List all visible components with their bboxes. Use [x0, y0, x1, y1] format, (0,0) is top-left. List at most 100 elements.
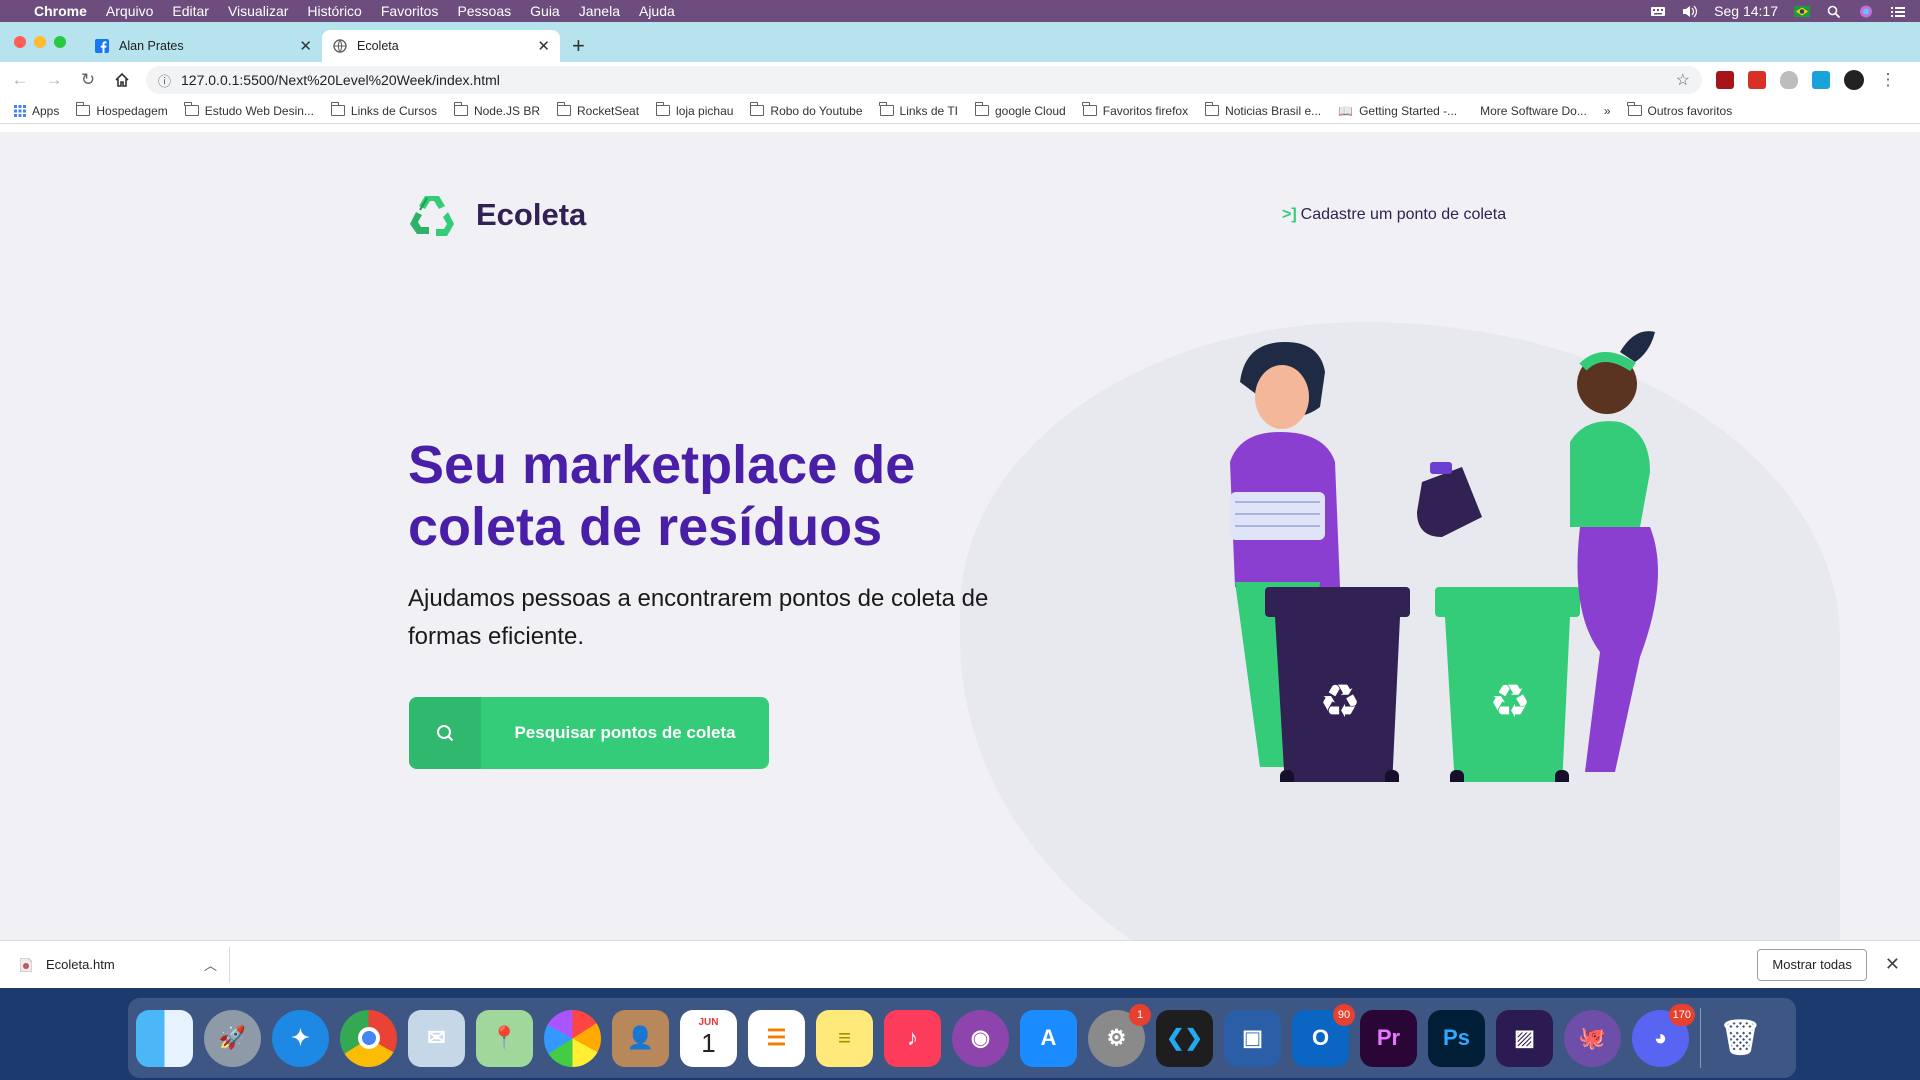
finder-icon[interactable] — [136, 1009, 193, 1067]
premiere-label: Pr — [1376, 1025, 1401, 1050]
app-store-icon[interactable]: A — [1020, 1009, 1077, 1067]
forward-arrow-icon[interactable]: → — [44, 70, 64, 90]
bookmark-folder[interactable]: google Cloud — [974, 102, 1066, 118]
menubar-clock[interactable]: Seg 14:17 — [1714, 3, 1778, 19]
bookmark-star-icon[interactable]: ☆ — [1676, 70, 1690, 90]
folder-icon — [1627, 102, 1642, 116]
maps-icon[interactable]: 📍 — [476, 1009, 533, 1067]
bookmark-folder[interactable]: Node.JS BR — [453, 102, 540, 118]
music-note-icon[interactable]: ♪ — [884, 1009, 941, 1067]
site-info-icon[interactable]: ⓘ — [158, 71, 171, 90]
notes-icon[interactable]: ≡ — [816, 1009, 873, 1067]
bookmark-label: google Cloud — [995, 103, 1066, 118]
window-controls — [14, 36, 66, 48]
bookmark-label: Outros favoritos — [1647, 103, 1733, 118]
system-preferences-gear-icon[interactable]: ⚙ 1 — [1088, 1003, 1151, 1067]
bookmark-other-folder[interactable]: Outros favoritos — [1627, 102, 1733, 118]
calendar-icon[interactable]: JUN 1 — [680, 1009, 737, 1067]
tab-alan-prates[interactable]: Alan Prates ✕ — [84, 30, 322, 62]
close-window-button[interactable] — [14, 36, 26, 48]
address-bar[interactable]: ⓘ 127.0.0.1:5500/Next%20Level%20Week/ind… — [146, 66, 1702, 94]
bookmark-apps[interactable]: Apps — [14, 104, 59, 118]
premiere-pro-icon[interactable]: Pr — [1360, 1009, 1417, 1067]
menu-historico[interactable]: Histórico — [307, 3, 361, 19]
bookmark-folder[interactable]: Favoritos firefox — [1082, 102, 1188, 118]
ublock-extension-icon[interactable] — [1716, 71, 1734, 89]
tab-ecoleta[interactable]: Ecoleta ✕ — [322, 30, 560, 62]
bookmarks-overflow-button[interactable]: » — [1604, 104, 1611, 118]
bookmark-link[interactable]: 📖 Getting Started -... — [1338, 104, 1457, 118]
new-tab-button[interactable]: + — [572, 30, 585, 62]
launchpad-rocket-icon[interactable]: 🚀 — [204, 1009, 261, 1067]
bookmark-folder[interactable]: Noticias Brasil e... — [1204, 102, 1321, 118]
menu-arquivo[interactable]: Arquivo — [106, 3, 153, 19]
outlook-icon[interactable]: O 90 — [1292, 1003, 1355, 1067]
bookmark-folder[interactable]: Hospedagem — [75, 102, 168, 118]
ecoleta-logo[interactable]: Ecoleta — [408, 192, 586, 238]
bookmark-label: Hospedagem — [96, 103, 168, 118]
siri-icon[interactable] — [1858, 5, 1874, 18]
home-icon[interactable] — [112, 70, 132, 90]
menu-app-name[interactable]: Chrome — [34, 3, 87, 19]
mail-eagle-icon[interactable]: ✉ — [408, 1009, 465, 1067]
maximize-window-button[interactable] — [54, 36, 66, 48]
bookmark-folder[interactable]: Links de Cursos — [330, 102, 437, 118]
github-desktop-icon[interactable]: 🐙 — [1564, 1009, 1621, 1067]
safari-compass-icon[interactable]: ✦ — [272, 1009, 329, 1067]
bookmark-folder[interactable]: Links de TI — [879, 102, 958, 118]
reminders-list-icon[interactable]: ☰ — [748, 1009, 805, 1067]
woman-shirt — [1570, 421, 1650, 527]
chrome-menu-icon[interactable]: ⋮ — [1878, 70, 1898, 90]
bookmark-folder[interactable]: Estudo Web Desin... — [184, 102, 314, 118]
motion-clapper-icon[interactable]: ▨ — [1496, 1009, 1553, 1067]
folder-icon — [655, 102, 671, 116]
volume-icon[interactable] — [1682, 5, 1698, 18]
wheel — [1450, 770, 1464, 782]
close-downloads-bar-icon[interactable]: ✕ — [1885, 954, 1900, 975]
reload-icon[interactable]: ↻ — [78, 70, 98, 90]
download-item[interactable]: Ecoleta.htm ︿ — [20, 946, 230, 983]
bookmark-folder[interactable]: loja pichau — [655, 102, 733, 118]
photos-flower-icon[interactable] — [544, 1009, 601, 1067]
menu-pessoas[interactable]: Pessoas — [457, 3, 511, 19]
close-tab-icon[interactable]: ✕ — [299, 37, 312, 55]
back-arrow-icon[interactable]: ← — [10, 70, 30, 90]
minimize-window-button[interactable] — [34, 36, 46, 48]
vscode-icon[interactable]: ❮❯ — [1156, 1009, 1213, 1067]
close-tab-icon[interactable]: ✕ — [537, 37, 550, 55]
folder-icon — [1082, 102, 1097, 116]
bookmark-link[interactable]: More Software Do... — [1474, 104, 1587, 118]
brazil-flag-icon[interactable] — [1794, 5, 1810, 18]
menu-editar[interactable]: Editar — [172, 3, 209, 19]
spotlight-search-icon[interactable] — [1826, 5, 1842, 18]
translate-extension-icon[interactable] — [1812, 71, 1830, 89]
podcasts-icon[interactable]: ◉ — [952, 1009, 1009, 1067]
chrome-icon[interactable] — [340, 1009, 397, 1067]
menu-guia[interactable]: Guia — [530, 3, 560, 19]
photoshop-icon[interactable]: Ps — [1428, 1009, 1485, 1067]
profile-avatar[interactable] — [1844, 70, 1864, 90]
menu-ajuda[interactable]: Ajuda — [639, 3, 675, 19]
menu-favoritos[interactable]: Favoritos — [381, 3, 439, 19]
man-head — [1255, 365, 1309, 429]
trash-icon[interactable]: 🗑 — [1712, 1010, 1769, 1067]
extension-red-icon[interactable] — [1748, 71, 1766, 89]
virtualbox-cube-icon[interactable]: ▣ — [1224, 1009, 1281, 1067]
register-collection-point-link[interactable]: >] Cadastre um ponto de coleta — [1282, 206, 1506, 224]
notification-center-icon[interactable] — [1890, 5, 1906, 18]
discord-icon[interactable]: ◕ 170 — [1632, 1003, 1695, 1067]
header-link-label: Cadastre um ponto de coleta — [1300, 206, 1507, 223]
menu-visualizar[interactable]: Visualizar — [228, 3, 288, 19]
wheel — [1555, 770, 1569, 782]
bookmark-folder[interactable]: RocketSeat — [556, 102, 640, 118]
bookmark-label: Node.JS BR — [473, 103, 540, 118]
search-points-button[interactable]: Pesquisar pontos de coleta — [409, 697, 769, 769]
bookmark-folder[interactable]: Robo do Youtube — [750, 102, 863, 118]
contacts-book-icon[interactable]: 👤 — [612, 1009, 669, 1067]
keyboard-icon[interactable] — [1650, 5, 1666, 18]
shield-extension-icon[interactable] — [1780, 71, 1798, 89]
menu-janela[interactable]: Janela — [579, 3, 620, 19]
chevron-up-icon[interactable]: ︿ — [204, 955, 217, 974]
bookmark-label: RocketSeat — [577, 103, 640, 118]
show-all-downloads-button[interactable]: Mostrar todas — [1757, 948, 1867, 981]
